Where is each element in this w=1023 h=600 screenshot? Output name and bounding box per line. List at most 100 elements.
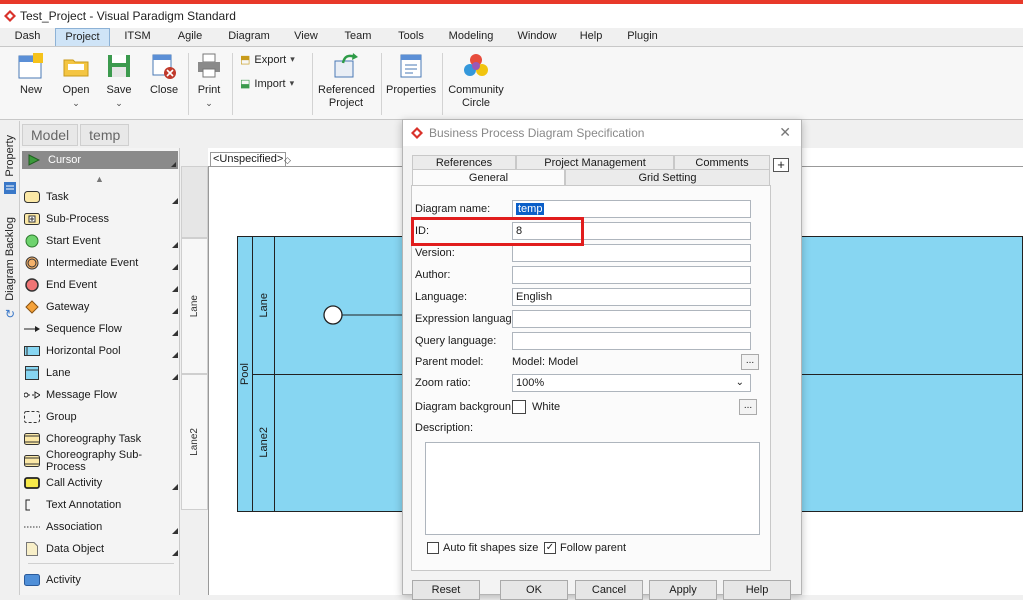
palette-item-group[interactable]: Group bbox=[24, 407, 180, 427]
close-project-button[interactable]: Close bbox=[146, 51, 182, 97]
menu-window[interactable]: Window bbox=[507, 28, 567, 46]
palette-item-text-annotation[interactable]: Text Annotation bbox=[24, 495, 180, 515]
new-icon bbox=[18, 53, 43, 79]
menu-view[interactable]: View bbox=[283, 28, 329, 46]
palette-item-task[interactable]: Task bbox=[24, 187, 180, 207]
palette-item-end-event[interactable]: End Event bbox=[24, 275, 180, 295]
refresh-icon[interactable]: ↻ bbox=[0, 305, 20, 323]
palette-item-message-flow[interactable]: Message Flow bbox=[24, 385, 180, 405]
diagram-name-field[interactable]: temp bbox=[512, 200, 751, 218]
description-label: Description: bbox=[415, 422, 474, 434]
ok-button[interactable]: OK bbox=[500, 580, 568, 600]
palette-item-sequence-flow[interactable]: Sequence Flow bbox=[24, 319, 180, 339]
save-icon bbox=[108, 55, 130, 77]
diagram-palette: Cursor ▲ Task Sub-Process Start Event In… bbox=[20, 148, 180, 595]
expression-language-label: Expression languag... bbox=[415, 313, 512, 325]
apply-button[interactable]: Apply bbox=[649, 580, 717, 600]
tab-property[interactable]: Property bbox=[0, 133, 20, 179]
tab-comments[interactable]: Comments bbox=[674, 155, 770, 170]
version-field[interactable] bbox=[512, 244, 751, 262]
end-event-icon bbox=[24, 278, 40, 292]
palette-divider bbox=[28, 563, 174, 564]
help-button[interactable]: Help bbox=[723, 580, 791, 600]
palette-item-choreography-sub-process[interactable]: Choreography Sub-Process bbox=[24, 449, 180, 473]
palette-cursor[interactable]: Cursor bbox=[22, 151, 178, 169]
palette-item-gateway[interactable]: Gateway bbox=[24, 297, 180, 317]
properties-button[interactable]: Properties bbox=[386, 51, 436, 97]
close-icon[interactable]: ✕ bbox=[779, 124, 791, 141]
palette-item-choreography-task[interactable]: Choreography Task bbox=[24, 429, 180, 449]
tab-references[interactable]: References bbox=[412, 155, 516, 170]
breadcrumb-model[interactable]: Model bbox=[22, 124, 79, 146]
query-language-field[interactable] bbox=[512, 332, 751, 350]
unspecified-label[interactable]: <Unspecified> bbox=[210, 152, 287, 167]
author-field[interactable] bbox=[512, 266, 751, 284]
description-textarea[interactable] bbox=[425, 442, 760, 535]
new-button[interactable]: New bbox=[14, 51, 48, 97]
lane-2-header[interactable]: Lane2 bbox=[253, 374, 275, 511]
strip-top-cell bbox=[181, 166, 208, 238]
start-event-flow[interactable] bbox=[318, 303, 408, 327]
breadcrumb-temp[interactable]: temp bbox=[80, 124, 130, 146]
add-tab-button[interactable]: + bbox=[773, 158, 789, 172]
lane-1-header[interactable]: Lane bbox=[253, 237, 275, 374]
export-icon: ⬒ bbox=[240, 54, 251, 66]
palette-scroll-up-icon[interactable]: ▲ bbox=[95, 174, 104, 184]
menu-modeling[interactable]: Modeling bbox=[435, 28, 507, 46]
expression-language-field[interactable] bbox=[512, 310, 751, 328]
open-button[interactable]: Open ⌄ bbox=[58, 51, 94, 110]
community-circle-button[interactable]: Community Circle bbox=[447, 51, 505, 110]
palette-item-call-activity[interactable]: Call Activity bbox=[24, 473, 180, 493]
ribbon-separator bbox=[381, 53, 382, 115]
property-icon[interactable] bbox=[0, 179, 20, 197]
parent-model-browse-button[interactable]: ... bbox=[741, 354, 759, 370]
import-button[interactable]: ⬓ Import ▾ bbox=[240, 77, 294, 91]
diagram-background-value[interactable]: White bbox=[512, 400, 560, 414]
language-row: Language: English bbox=[415, 288, 751, 306]
menu-dash[interactable]: Dash bbox=[0, 28, 55, 46]
palette-item-association[interactable]: Association bbox=[24, 517, 180, 537]
menu-agile[interactable]: Agile bbox=[165, 28, 215, 46]
palette-item-data-object[interactable]: Data Object bbox=[24, 539, 180, 559]
print-button[interactable]: Print ⌄ bbox=[193, 51, 225, 110]
menu-team[interactable]: Team bbox=[329, 28, 387, 46]
menu-plugin[interactable]: Plugin bbox=[615, 28, 670, 46]
start-event-shape bbox=[323, 305, 343, 325]
menu-itsm[interactable]: ITSM bbox=[110, 28, 165, 46]
reset-button[interactable]: Reset bbox=[412, 580, 480, 600]
tab-project-management[interactable]: Project Management bbox=[516, 155, 674, 170]
background-browse-button[interactable]: ... bbox=[739, 399, 757, 415]
tab-general[interactable]: General bbox=[412, 169, 565, 186]
zoom-ratio-select[interactable]: 100% ⌄ bbox=[512, 374, 751, 392]
pool-header[interactable]: Pool bbox=[238, 237, 253, 511]
ribbon-separator bbox=[312, 53, 313, 115]
language-field[interactable]: English bbox=[512, 288, 751, 306]
close-project-icon bbox=[152, 54, 176, 79]
palette-item-start-event[interactable]: Start Event bbox=[24, 231, 180, 251]
palette-item-sub-process[interactable]: Sub-Process bbox=[24, 209, 180, 229]
auto-fit-checkbox[interactable]: Auto fit shapes size bbox=[427, 542, 538, 554]
referenced-project-button[interactable]: Referenced Project bbox=[318, 51, 375, 110]
export-button[interactable]: ⬒ Export ▾ bbox=[240, 53, 295, 67]
menu-tools[interactable]: Tools bbox=[387, 28, 435, 46]
palette-item-lane[interactable]: Lane bbox=[24, 363, 180, 383]
tab-diagram-backlog[interactable]: Diagram Backlog bbox=[0, 213, 20, 305]
diagram-background-label: Diagram backgroun... bbox=[415, 401, 512, 413]
follow-parent-checkbox[interactable]: ✓ Follow parent bbox=[544, 542, 626, 554]
tab-grid-setting[interactable]: Grid Setting bbox=[565, 169, 770, 186]
cancel-button[interactable]: Cancel bbox=[575, 580, 643, 600]
save-button[interactable]: Save ⌄ bbox=[102, 51, 136, 110]
intermediate-event-icon bbox=[24, 256, 40, 270]
palette-item-activity[interactable]: Activity bbox=[24, 570, 180, 590]
message-flow-icon bbox=[24, 388, 40, 402]
strip-lane-1[interactable]: Lane bbox=[181, 238, 208, 374]
menu-diagram[interactable]: Diagram bbox=[215, 28, 283, 46]
dialog-title-bar: Business Process Diagram Specification bbox=[403, 120, 801, 146]
horizontal-pool-icon bbox=[24, 344, 40, 358]
palette-item-intermediate-event[interactable]: Intermediate Event bbox=[24, 253, 180, 273]
id-highlight-box bbox=[411, 217, 584, 246]
menu-project[interactable]: Project bbox=[55, 28, 110, 46]
palette-item-horizontal-pool[interactable]: Horizontal Pool bbox=[24, 341, 180, 361]
strip-lane-2[interactable]: Lane2 bbox=[181, 374, 208, 510]
menu-help[interactable]: Help bbox=[567, 28, 615, 46]
